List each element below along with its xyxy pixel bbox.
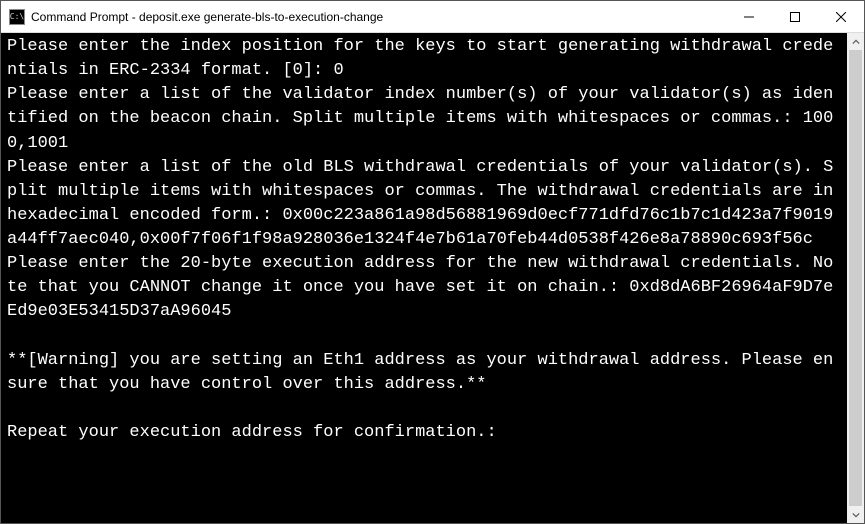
maximize-icon <box>790 12 800 22</box>
scroll-down-button[interactable] <box>847 506 864 523</box>
titlebar[interactable]: C:\ Command Prompt - deposit.exe generat… <box>1 1 864 33</box>
window-title: Command Prompt - deposit.exe generate-bl… <box>31 10 726 24</box>
terminal-area: Please enter the index position for the … <box>1 33 864 523</box>
maximize-button[interactable] <box>772 1 818 32</box>
close-button[interactable] <box>818 1 864 32</box>
cmd-icon: C:\ <box>9 9 25 25</box>
close-icon <box>836 12 846 22</box>
terminal-output[interactable]: Please enter the index position for the … <box>1 33 847 523</box>
scroll-thumb[interactable] <box>849 50 862 506</box>
scroll-up-button[interactable] <box>847 33 864 50</box>
chevron-up-icon <box>852 38 860 46</box>
minimize-icon <box>744 12 754 22</box>
vertical-scrollbar[interactable] <box>847 33 864 523</box>
minimize-button[interactable] <box>726 1 772 32</box>
scroll-track[interactable] <box>847 50 864 506</box>
chevron-down-icon <box>852 511 860 519</box>
window-controls <box>726 1 864 32</box>
command-prompt-window: C:\ Command Prompt - deposit.exe generat… <box>0 0 865 524</box>
